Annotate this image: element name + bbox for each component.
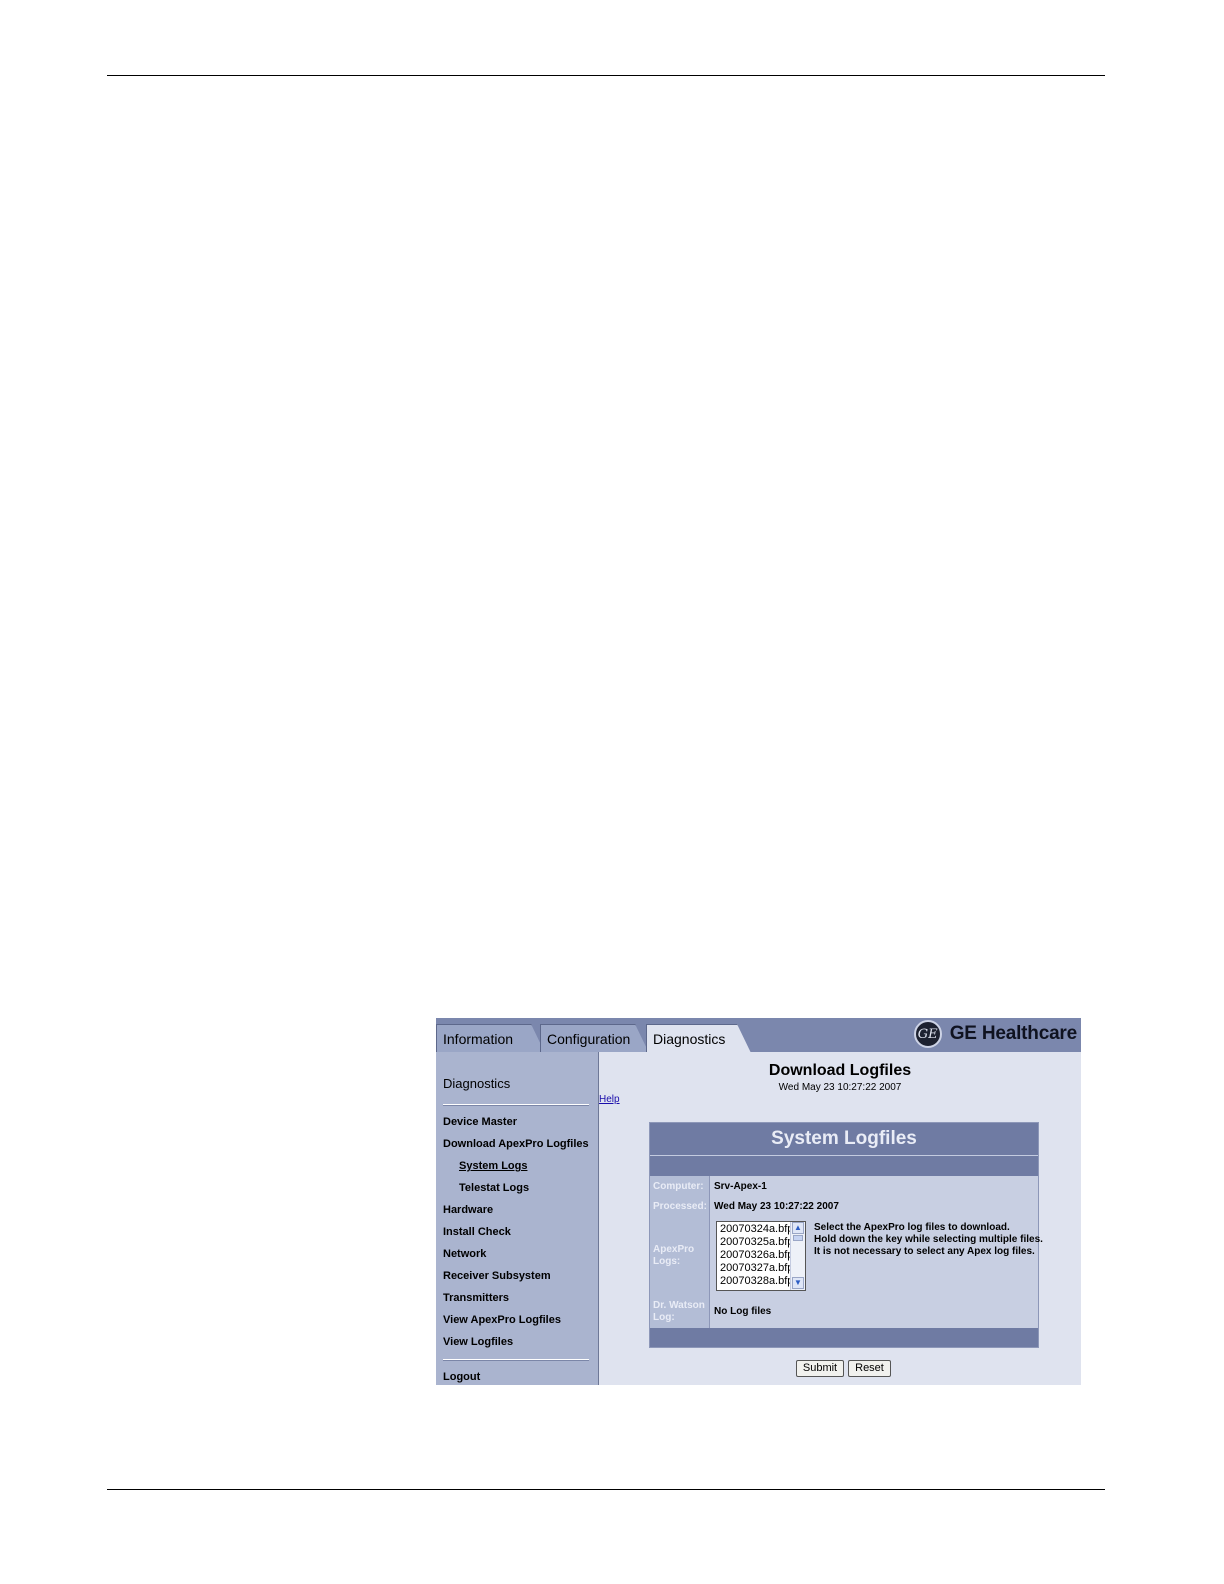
brand: GE GE Healthcare bbox=[913, 1018, 1077, 1050]
tab-information[interactable]: Information bbox=[436, 1024, 545, 1053]
apexpro-logs-label-line2: Logs: bbox=[653, 1256, 681, 1267]
sidebar-item-device-master[interactable]: Device Master bbox=[443, 1116, 517, 1128]
panel-body: Computer: Processed: ApexPro Logs: Dr. W… bbox=[650, 1176, 1043, 1328]
system-logfiles-panel: System Logfiles Computer: Processed: Ape… bbox=[649, 1122, 1043, 1348]
list-item[interactable]: 20070328a.bfp bbox=[720, 1275, 793, 1288]
page-date: Wed May 23 10:27:22 2007 bbox=[778, 1082, 902, 1093]
sidebar-item-logout[interactable]: Logout bbox=[443, 1371, 480, 1383]
dr-watson-label-line2: Log: bbox=[653, 1312, 675, 1323]
apexpro-logs-label-line1: ApexPro bbox=[653, 1244, 695, 1255]
processed-label: Processed: bbox=[653, 1201, 707, 1212]
help-link[interactable]: Help bbox=[599, 1094, 620, 1105]
tab-bar: Information Configuration Diagnostics GE… bbox=[436, 1018, 1081, 1053]
list-item[interactable]: 20070326a.bfp bbox=[720, 1249, 793, 1262]
sidebar: Diagnostics Device Master Download ApexP… bbox=[436, 1052, 599, 1385]
processed-value: Wed May 23 10:27:22 2007 bbox=[714, 1201, 839, 1212]
main-content: Download Logfiles Wed May 23 10:27:22 20… bbox=[599, 1052, 1081, 1385]
computer-value: Srv-Apex-1 bbox=[714, 1181, 767, 1192]
page-footer-rule bbox=[107, 1489, 1105, 1490]
scrollbar-thumb[interactable] bbox=[793, 1235, 803, 1241]
sidebar-item-view-apexpro-logfiles[interactable]: View ApexPro Logfiles bbox=[443, 1314, 561, 1326]
sidebar-item-system-logs[interactable]: System Logs bbox=[459, 1160, 527, 1172]
dr-watson-label-line1: Dr. Watson bbox=[653, 1300, 705, 1311]
sidebar-item-telestat-logs[interactable]: Telestat Logs bbox=[459, 1182, 529, 1194]
ui-screenshot: Information Configuration Diagnostics GE… bbox=[436, 1018, 1081, 1385]
page-header-rule bbox=[107, 75, 1105, 76]
listbox-scrollbar[interactable]: ▲ ▼ bbox=[790, 1222, 805, 1290]
scroll-down-icon[interactable]: ▼ bbox=[792, 1277, 804, 1289]
scroll-up-icon[interactable]: ▲ bbox=[792, 1222, 804, 1234]
sidebar-item-receiver-subsystem[interactable]: Receiver Subsystem bbox=[443, 1270, 551, 1282]
brand-name: GE Healthcare bbox=[949, 1023, 1077, 1044]
panel-title: System Logfiles bbox=[650, 1123, 1038, 1156]
sidebar-item-install-check[interactable]: Install Check bbox=[443, 1226, 511, 1238]
tab-diagnostics[interactable]: Diagnostics bbox=[646, 1024, 751, 1053]
list-item[interactable]: 20070324a.bfp bbox=[720, 1223, 793, 1236]
hint-line: It is not necessary to select any Apex l… bbox=[814, 1246, 1035, 1257]
sidebar-title: Diagnostics bbox=[443, 1076, 511, 1091]
ge-logo-icon: GE bbox=[913, 1020, 942, 1048]
sidebar-item-download-apexpro-logfiles[interactable]: Download ApexPro Logfiles bbox=[443, 1138, 589, 1150]
list-item[interactable]: 20070325a.bfp bbox=[720, 1236, 793, 1249]
sidebar-item-view-logfiles[interactable]: View Logfiles bbox=[443, 1336, 513, 1348]
tab-configuration[interactable]: Configuration bbox=[540, 1024, 649, 1053]
page-title: Download Logfiles bbox=[768, 1062, 912, 1079]
hint-line: Select the ApexPro log files to download… bbox=[814, 1222, 1010, 1233]
hint-line: Hold down the key while selecting multip… bbox=[814, 1234, 1043, 1245]
computer-label: Computer: bbox=[653, 1181, 704, 1192]
apexpro-logs-listbox[interactable]: 20070324a.bfp 20070325a.bfp 20070326a.bf… bbox=[716, 1221, 806, 1291]
sidebar-divider bbox=[443, 1104, 589, 1106]
sidebar-item-network[interactable]: Network bbox=[443, 1248, 486, 1260]
submit-button[interactable]: Submit bbox=[796, 1360, 844, 1377]
reset-button[interactable]: Reset bbox=[848, 1360, 891, 1377]
sidebar-item-transmitters[interactable]: Transmitters bbox=[443, 1292, 509, 1304]
sidebar-item-hardware[interactable]: Hardware bbox=[443, 1204, 493, 1216]
list-item[interactable]: 20070327a.bfp bbox=[720, 1262, 793, 1275]
sidebar-divider bbox=[443, 1359, 589, 1361]
dr-watson-value: No Log files bbox=[714, 1306, 772, 1317]
label-column: Computer: Processed: ApexPro Logs: Dr. W… bbox=[650, 1176, 710, 1328]
